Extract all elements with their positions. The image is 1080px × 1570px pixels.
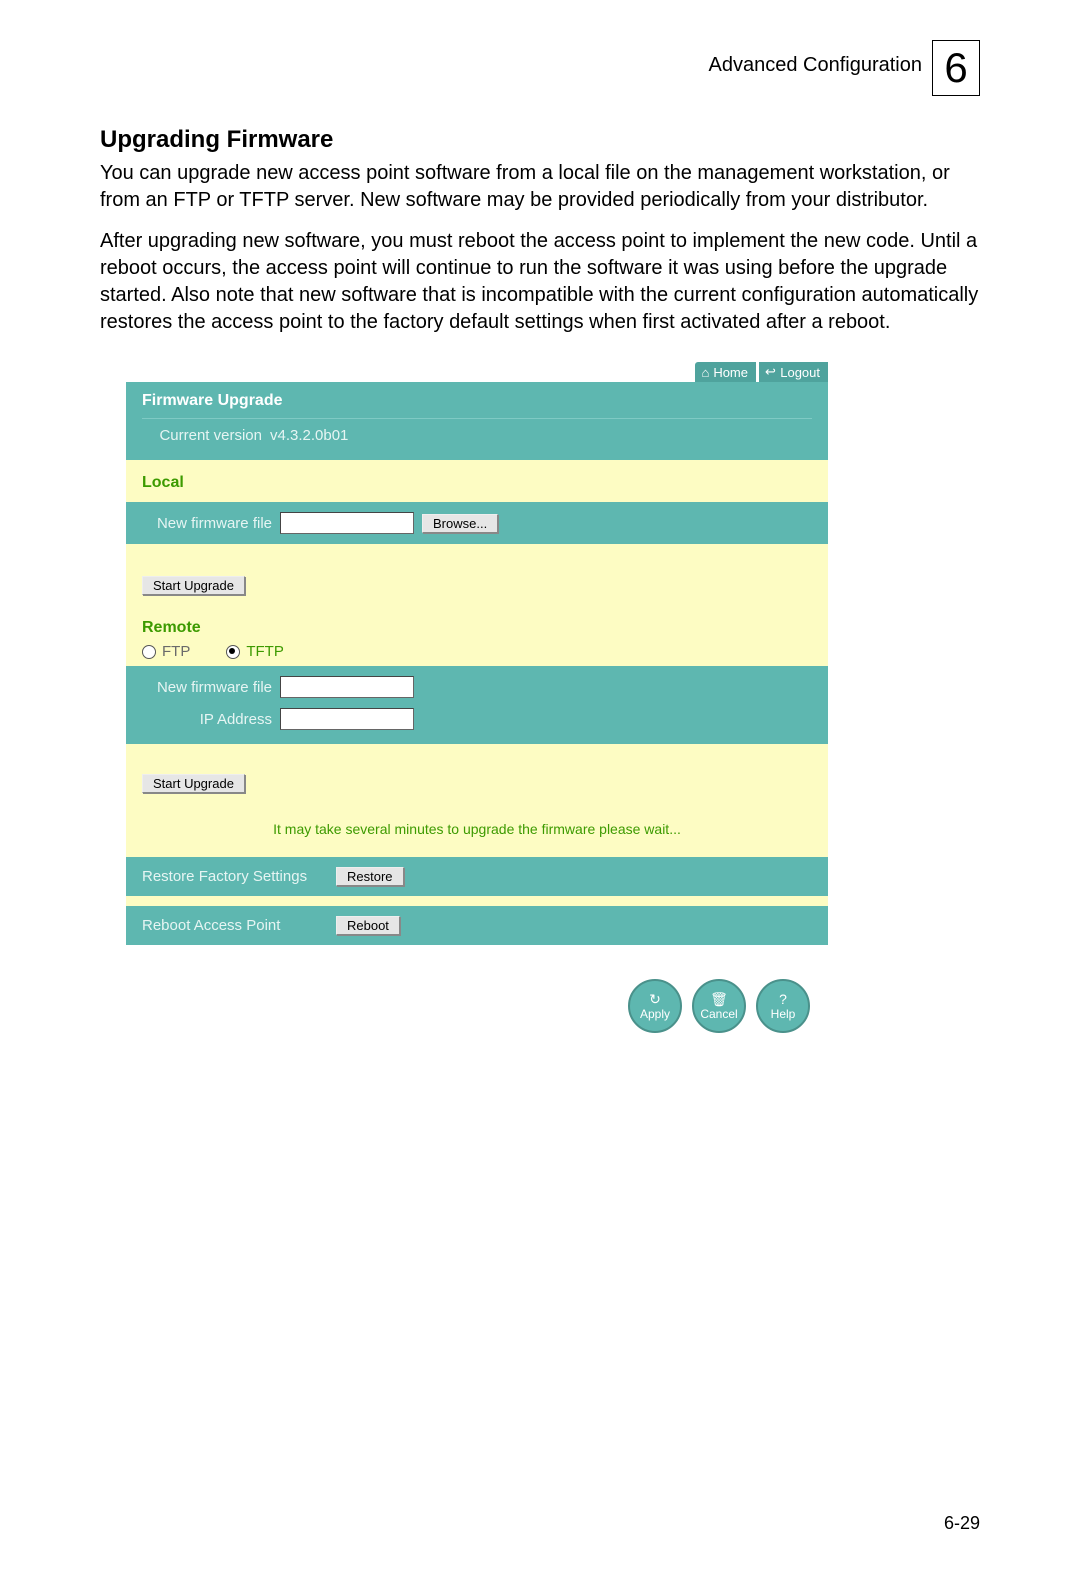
reboot-row: Reboot Access Point Reboot [142, 916, 812, 935]
remote-firmware-row: New firmware file [142, 676, 812, 698]
tftp-radio[interactable] [226, 645, 240, 659]
section-title: Upgrading Firmware [100, 126, 980, 154]
footer-area: ↻ Apply 🗑 Cancel ? Help [126, 945, 828, 1143]
local-firmware-input[interactable] [280, 512, 414, 534]
apply-button[interactable]: ↻ Apply [628, 979, 682, 1033]
local-actions-area: Start Upgrade Remote FTP TFTP [126, 544, 828, 666]
top-nav: Home Logout [126, 362, 828, 382]
reboot-button[interactable]: Reboot [336, 916, 400, 935]
local-firmware-label: New firmware file [142, 515, 272, 532]
cancel-icon: 🗑 [710, 992, 728, 1006]
remote-actions-area: Start Upgrade It may take several minute… [126, 744, 828, 857]
remote-heading: Remote [142, 619, 812, 637]
page-header: Advanced Configuration 6 [100, 40, 980, 96]
remote-start-upgrade-label: Start Upgrade [153, 776, 234, 791]
ip-address-label: IP Address [142, 711, 272, 728]
current-version-label: Current version [142, 427, 262, 444]
tftp-radio-item[interactable]: TFTP [226, 643, 284, 660]
home-icon [701, 365, 709, 380]
logout-icon [765, 364, 776, 380]
local-start-upgrade-label: Start Upgrade [153, 578, 234, 593]
reboot-button-label: Reboot [347, 918, 389, 933]
page-number: 6-29 [944, 1513, 980, 1534]
intro-paragraph-1: You can upgrade new access point softwar… [100, 160, 980, 214]
current-version-value: v4.3.2.0b01 [270, 427, 348, 444]
protocol-radio-row: FTP TFTP [142, 643, 812, 660]
restore-label: Restore Factory Settings [142, 868, 328, 885]
browse-button-label: Browse... [433, 516, 487, 531]
home-label: Home [713, 365, 748, 380]
panel-title: Firmware Upgrade [142, 392, 812, 419]
chapter-number-box: 6 [932, 40, 980, 96]
remote-firmware-input[interactable] [280, 676, 414, 698]
apply-icon: ↻ [649, 992, 661, 1006]
local-heading-area: Local [126, 460, 828, 502]
cancel-label: Cancel [700, 1008, 737, 1020]
footer-buttons: ↻ Apply 🗑 Cancel ? Help [142, 975, 812, 1037]
spacer-cream [126, 896, 828, 906]
header-label: Advanced Configuration [709, 54, 922, 77]
title-band: Firmware Upgrade Current version v4.3.2.… [126, 382, 828, 460]
restore-button[interactable]: Restore [336, 867, 404, 886]
remote-fields-band: New firmware file IP Address [126, 666, 828, 744]
remote-firmware-label: New firmware file [142, 679, 272, 696]
firmware-upgrade-panel: Home Logout Firmware Upgrade Current ver… [126, 362, 828, 1143]
restore-row: Restore Factory Settings Restore [142, 867, 812, 886]
ip-address-row: IP Address [142, 708, 812, 730]
logout-label: Logout [780, 365, 820, 380]
help-icon: ? [779, 992, 787, 1006]
restore-button-label: Restore [347, 869, 393, 884]
home-tab[interactable]: Home [695, 362, 756, 382]
chapter-number: 6 [944, 47, 967, 89]
help-label: Help [771, 1008, 796, 1020]
reboot-band: Reboot Access Point Reboot [126, 906, 828, 945]
help-button[interactable]: ? Help [756, 979, 810, 1033]
apply-label: Apply [640, 1008, 670, 1020]
tftp-radio-label: TFTP [246, 643, 284, 660]
local-firmware-band: New firmware file Browse... [126, 502, 828, 544]
reboot-label: Reboot Access Point [142, 917, 328, 934]
ftp-radio-item[interactable]: FTP [142, 643, 190, 660]
current-version-row: Current version v4.3.2.0b01 [142, 427, 812, 444]
remote-start-upgrade-button[interactable]: Start Upgrade [142, 774, 245, 793]
ip-address-input[interactable] [280, 708, 414, 730]
ftp-radio-label: FTP [162, 643, 190, 660]
local-heading: Local [142, 474, 812, 492]
ftp-radio[interactable] [142, 645, 156, 659]
local-start-upgrade-button[interactable]: Start Upgrade [142, 576, 245, 595]
restore-band: Restore Factory Settings Restore [126, 857, 828, 896]
cancel-button[interactable]: 🗑 Cancel [692, 979, 746, 1033]
logout-tab[interactable]: Logout [759, 362, 828, 382]
browse-button[interactable]: Browse... [422, 514, 498, 533]
local-firmware-row: New firmware file Browse... [142, 512, 812, 534]
upgrade-wait-note: It may take several minutes to upgrade t… [142, 793, 812, 855]
intro-paragraph-2: After upgrading new software, you must r… [100, 228, 980, 336]
